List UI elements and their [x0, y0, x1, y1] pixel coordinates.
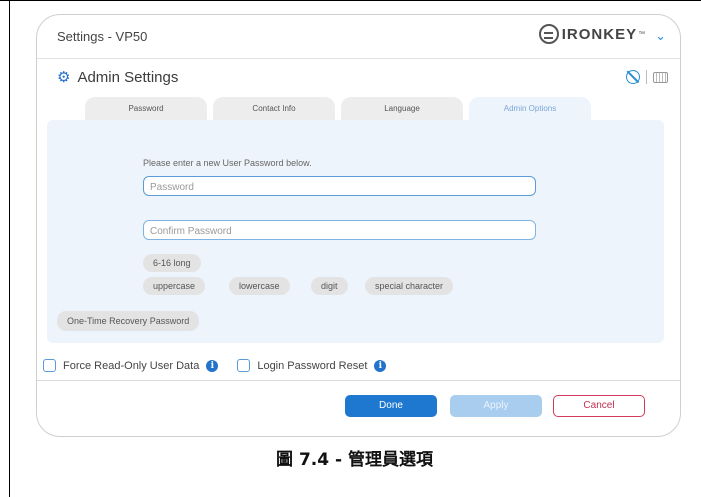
tab-password[interactable]: Password: [85, 97, 207, 121]
login-password-reset-checkbox[interactable]: [237, 359, 251, 372]
keyboard-icon[interactable]: [653, 71, 668, 83]
chevron-down-icon[interactable]: ⌄: [655, 28, 666, 44]
brand-menu[interactable]: IRONKEY ™ ⌄: [538, 24, 666, 44]
section-title: Admin Settings: [77, 68, 179, 86]
brand-trademark: ™: [638, 30, 646, 38]
admin-options-panel: Please enter a new User Password below. …: [47, 120, 664, 343]
window-title: Settings - VP50: [57, 29, 148, 44]
done-button[interactable]: Done: [345, 395, 437, 417]
rule-digit-chip: digit: [311, 277, 348, 295]
confirm-password-input[interactable]: [144, 222, 535, 241]
eye-off-icon[interactable]: [626, 70, 640, 84]
footer-divider: [37, 380, 680, 381]
one-time-recovery-button[interactable]: One-Time Recovery Password: [57, 311, 200, 331]
rule-length-chip: 6-16 long: [143, 254, 201, 272]
password-input[interactable]: [144, 178, 535, 197]
info-icon[interactable]: i: [374, 359, 387, 372]
force-read-only-checkbox[interactable]: [43, 359, 56, 372]
options-row: Force Read-Only User Data i Login Passwo…: [43, 359, 387, 372]
tab-contact-info[interactable]: Contact Info: [213, 97, 335, 121]
figure-caption: 圖 7.4 - 管理員選項: [276, 450, 433, 470]
rule-lowercase-chip: lowercase: [229, 277, 290, 295]
rule-special-chip: special character: [365, 277, 454, 295]
tab-language[interactable]: Language: [341, 97, 463, 121]
document-frame-left: [9, 0, 10, 497]
password-prompt: Please enter a new User Password below.: [143, 158, 312, 168]
apply-button[interactable]: Apply: [450, 395, 542, 417]
section-header: ⚙ Admin Settings: [57, 68, 179, 87]
settings-window: Settings - VP50 IRONKEY ™ ⌄ ⚙ Admin Sett…: [36, 14, 681, 437]
header-tools: [626, 70, 668, 84]
confirm-password-field[interactable]: [143, 220, 536, 241]
cancel-button[interactable]: Cancel: [553, 395, 645, 417]
rule-uppercase-chip: uppercase: [143, 277, 206, 295]
document-frame-top: [0, 0, 701, 1]
force-read-only-label: Force Read-Only User Data: [63, 359, 200, 372]
login-password-reset-label: Login Password Reset: [257, 359, 368, 372]
divider: [646, 70, 647, 84]
title-bar: Settings - VP50 IRONKEY ™ ⌄: [37, 15, 680, 59]
info-icon[interactable]: i: [206, 359, 219, 372]
brand-name: IRONKEY: [561, 25, 638, 43]
password-field[interactable]: [143, 176, 536, 197]
ironkey-logo-icon: [538, 24, 559, 44]
gear-icon: ⚙: [57, 69, 71, 86]
